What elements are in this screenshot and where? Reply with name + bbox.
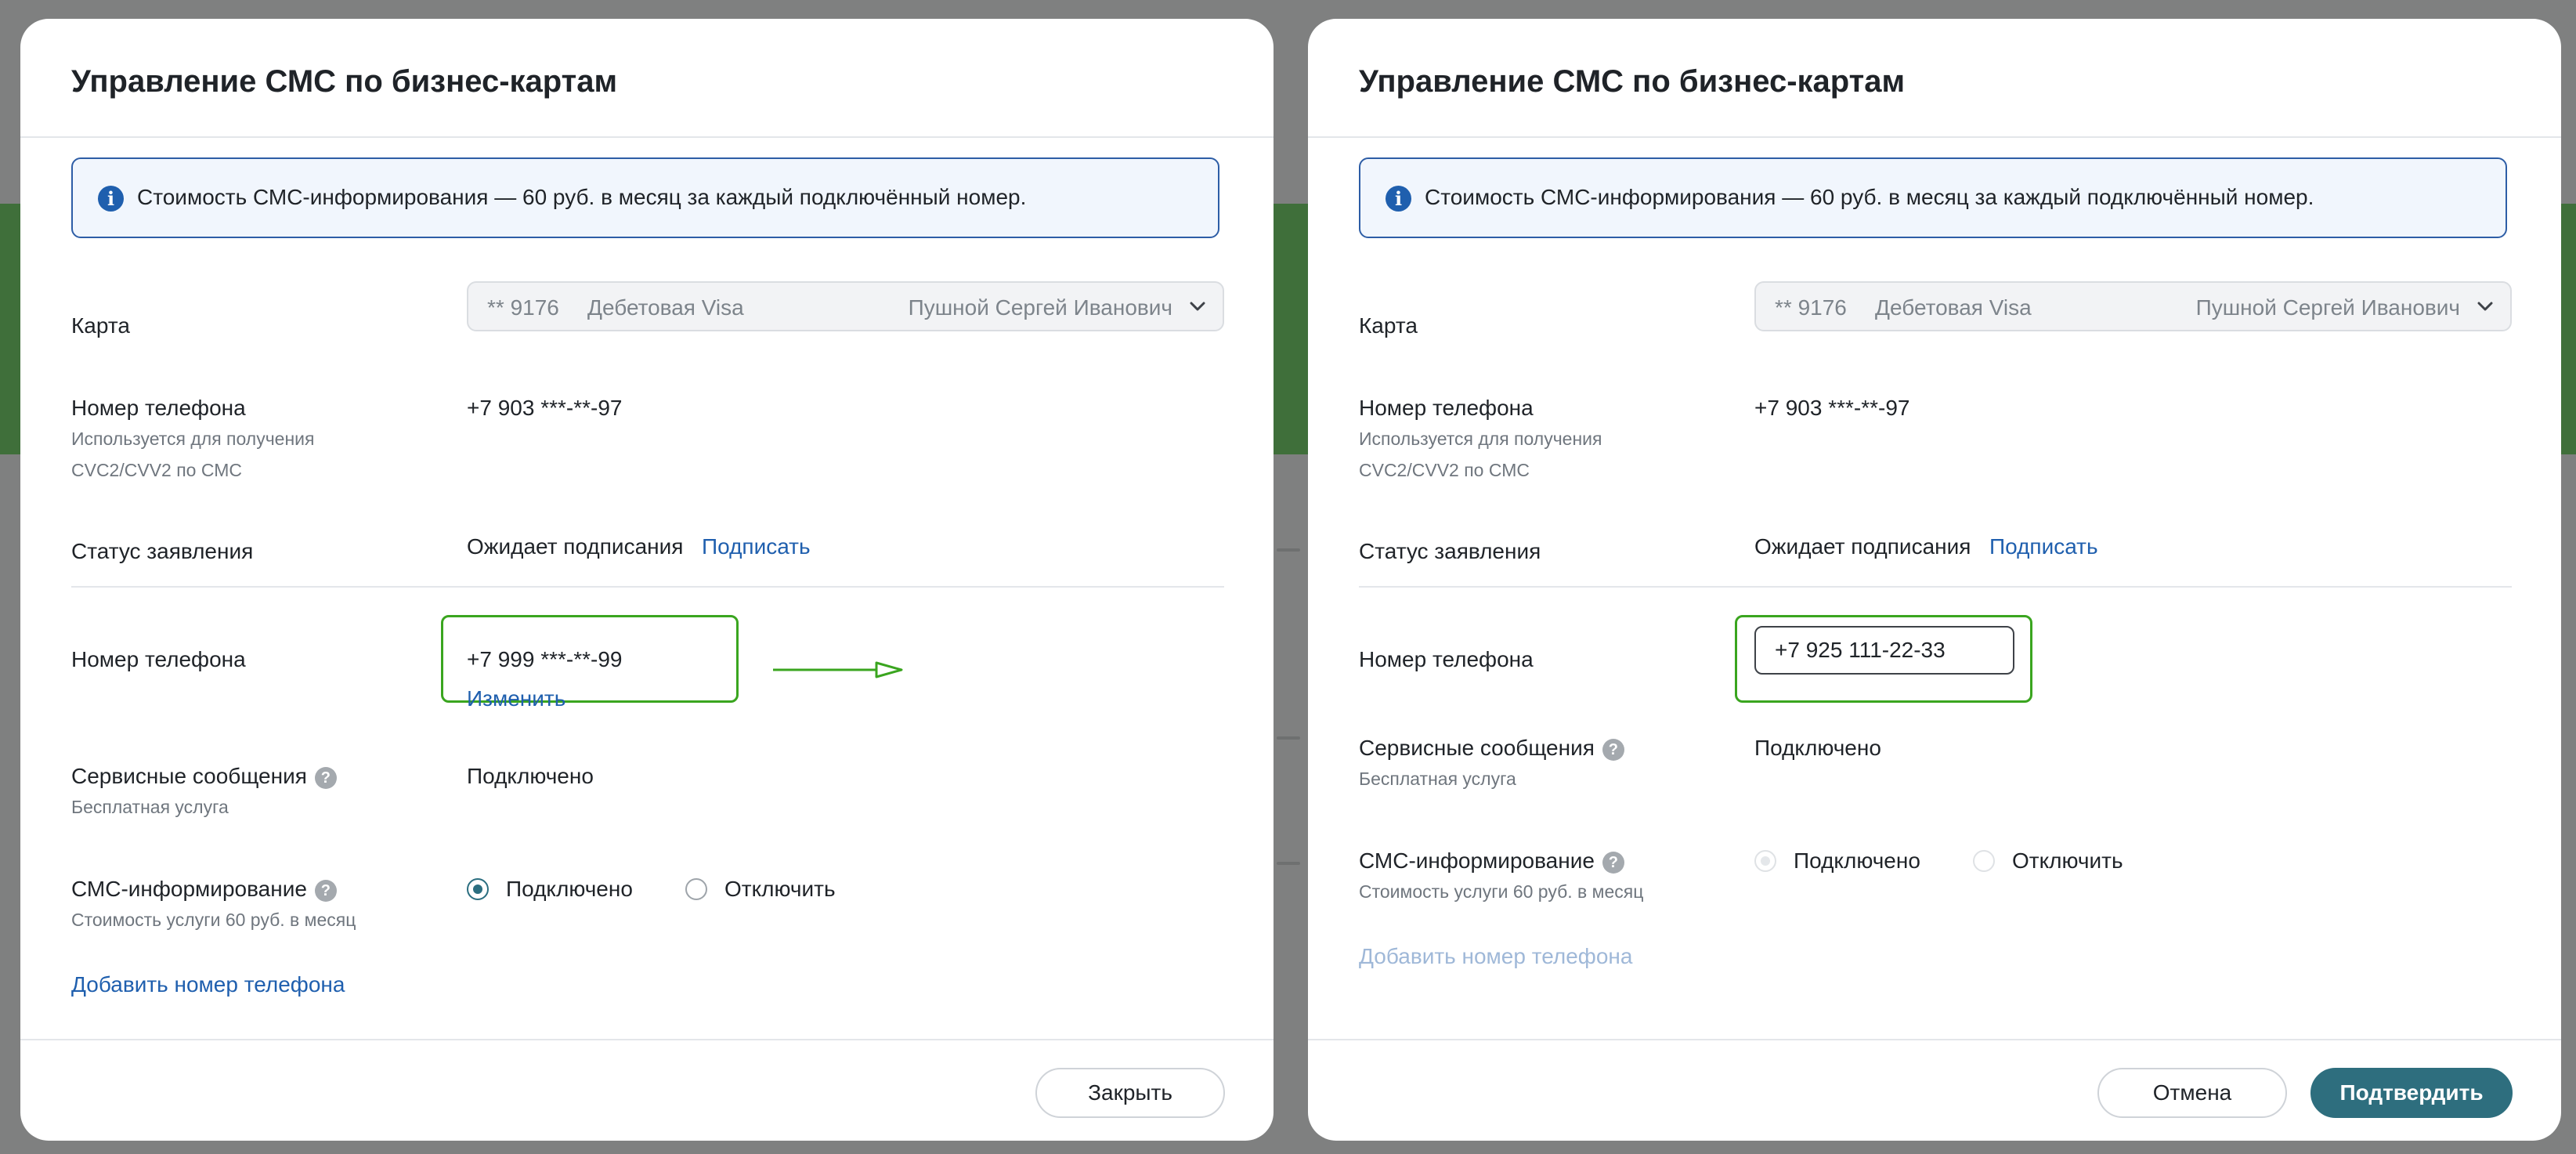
- add-phone-link[interactable]: Добавить номер телефона: [1359, 944, 1632, 969]
- sms-management-dialog-view: Управление СМС по бизнес-картам i Стоимо…: [20, 19, 1274, 1141]
- phone-label: Номер телефона: [1359, 647, 1534, 671]
- background-decoration: [1277, 736, 1300, 740]
- primary-phone-value: +7 903 ***-**-97: [467, 396, 623, 420]
- chevron-down-icon: [2477, 302, 2493, 311]
- service-messages-label: Сервисные сообщения?: [71, 764, 337, 789]
- primary-phone-hint: CVC2/CVV2 по СМС: [1359, 460, 1530, 480]
- status-label: Статус заявления: [71, 539, 254, 563]
- sms-info-label: СМС-информирование?: [71, 877, 337, 902]
- divider: [20, 1039, 1274, 1040]
- sign-link[interactable]: Подписать: [702, 534, 811, 559]
- service-messages-hint: Бесплатная услуга: [1359, 769, 1516, 789]
- info-banner: i Стоимость СМС-информирования — 60 руб.…: [71, 157, 1219, 238]
- background-decoration: [1274, 204, 1308, 454]
- radio-disable-label: Отключить: [2012, 848, 2123, 873]
- status-value: Ожидает подписания: [467, 534, 684, 559]
- phone-input[interactable]: [1754, 626, 2014, 675]
- add-phone-link[interactable]: Добавить номер телефона: [71, 972, 345, 997]
- banner-text: Стоимость СМС-информирования — 60 руб. в…: [1425, 185, 2314, 209]
- primary-phone-label: Номер телефона: [71, 396, 246, 420]
- info-banner: i Стоимость СМС-информирования — 60 руб.…: [1359, 157, 2507, 238]
- service-messages-value: Подключено: [1754, 736, 1881, 760]
- radio-disable[interactable]: [1973, 850, 1995, 872]
- card-select[interactable]: ** 9176 Дебетовая Visa Пушной Сергей Ива…: [1754, 281, 2512, 331]
- card-holder: Пушной Сергей Иванович: [908, 295, 1172, 320]
- question-icon[interactable]: ?: [1602, 738, 1624, 761]
- service-messages-hint: Бесплатная услуга: [71, 797, 229, 817]
- divider: [1308, 136, 2561, 138]
- radio-connected[interactable]: [1754, 850, 1776, 872]
- background-decoration: [1277, 548, 1300, 552]
- dialog-title: Управление СМС по бизнес-картам: [71, 64, 618, 99]
- card-label: Карта: [1359, 313, 1418, 338]
- chevron-down-icon: [1190, 302, 1205, 311]
- radio-disable[interactable]: [685, 878, 707, 900]
- card-number: ** 9176: [487, 295, 559, 320]
- card-type: Дебетовая Visa: [587, 295, 744, 320]
- service-messages-label: Сервисные сообщения?: [1359, 736, 1624, 761]
- dialog-title: Управление СМС по бизнес-картам: [1359, 64, 1906, 99]
- radio-connected-label: Подключено: [1794, 848, 1920, 873]
- status-value: Ожидает подписания: [1754, 534, 1971, 559]
- confirm-button[interactable]: Подтвердить: [2310, 1068, 2513, 1118]
- radio-connected-label: Подключено: [506, 877, 633, 901]
- primary-phone-value: +7 903 ***-**-97: [1754, 396, 1910, 420]
- sign-link[interactable]: Подписать: [1989, 534, 2098, 559]
- card-number: ** 9176: [1775, 295, 1847, 320]
- divider: [1359, 586, 2512, 588]
- divider: [20, 136, 1274, 138]
- service-messages-value: Подключено: [467, 764, 594, 788]
- card-label: Карта: [71, 313, 130, 338]
- banner-text: Стоимость СМС-информирования — 60 руб. в…: [137, 185, 1027, 209]
- sms-management-dialog-edit: Управление СМС по бизнес-картам i Стоимо…: [1308, 19, 2561, 1141]
- arrow-right-icon: [773, 661, 903, 678]
- cancel-button[interactable]: Отмена: [2097, 1068, 2287, 1118]
- divider: [1308, 1039, 2561, 1040]
- sms-info-label: СМС-информирование?: [1359, 848, 1624, 874]
- primary-phone-hint: CVC2/CVV2 по СМС: [71, 460, 242, 480]
- sms-info-hint: Стоимость услуги 60 руб. в месяц: [71, 910, 356, 930]
- phone-value: +7 999 ***-**-99: [467, 647, 623, 671]
- info-icon: i: [1386, 186, 1411, 212]
- divider: [71, 586, 1224, 588]
- radio-connected[interactable]: [467, 878, 489, 900]
- primary-phone-label: Номер телефона: [1359, 396, 1534, 420]
- radio-disable-label: Отключить: [724, 877, 836, 901]
- question-icon[interactable]: ?: [314, 879, 337, 902]
- primary-phone-hint: Используется для получения: [71, 429, 315, 449]
- card-holder: Пушной Сергей Иванович: [2195, 295, 2460, 320]
- background-decoration: [1277, 862, 1300, 865]
- change-phone-link[interactable]: Изменить: [467, 686, 565, 711]
- phone-label: Номер телефона: [71, 647, 246, 671]
- background-decoration: [0, 204, 20, 454]
- question-icon[interactable]: ?: [1602, 851, 1624, 874]
- info-icon: i: [98, 186, 124, 212]
- primary-phone-hint: Используется для получения: [1359, 429, 1602, 449]
- card-type: Дебетовая Visa: [1875, 295, 2032, 320]
- sms-info-hint: Стоимость услуги 60 руб. в месяц: [1359, 881, 1644, 902]
- question-icon[interactable]: ?: [314, 766, 337, 789]
- close-button[interactable]: Закрыть: [1035, 1068, 1225, 1118]
- card-select[interactable]: ** 9176 Дебетовая Visa Пушной Сергей Ива…: [467, 281, 1224, 331]
- background-decoration: [2561, 204, 2576, 454]
- status-label: Статус заявления: [1359, 539, 1541, 563]
